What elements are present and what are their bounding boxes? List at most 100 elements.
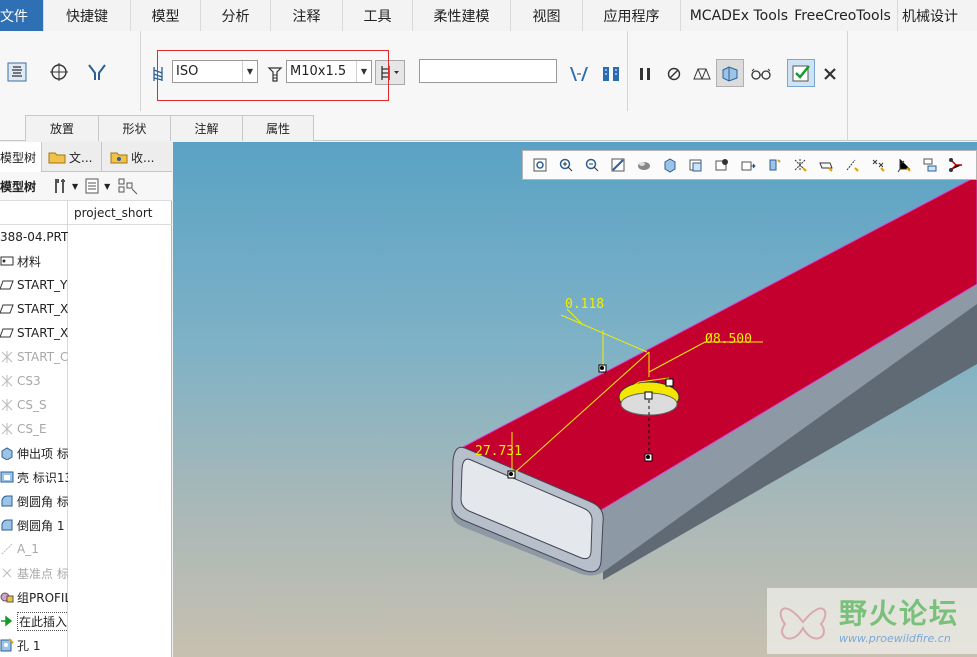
- plane-display-icon[interactable]: [813, 154, 839, 176]
- verify-mode-icon[interactable]: [716, 59, 744, 87]
- csys-display-icon[interactable]: [891, 154, 917, 176]
- menu-model[interactable]: 模型: [131, 0, 201, 31]
- folder-icon: [48, 152, 66, 164]
- tree-item[interactable]: START_X: [0, 297, 68, 321]
- refit-icon[interactable]: [527, 154, 553, 176]
- pause-icon[interactable]: [632, 61, 658, 87]
- tree-item[interactable]: 在此插入: [0, 609, 68, 633]
- display-style-icon[interactable]: [631, 154, 657, 176]
- saved-orientations-icon[interactable]: [657, 154, 683, 176]
- ok-check-icon[interactable]: [787, 59, 815, 87]
- hole-sketch-icon[interactable]: [46, 59, 72, 85]
- flip-depth-icon[interactable]: [566, 61, 592, 87]
- tree-item[interactable]: 伸出项 标: [0, 441, 68, 465]
- menu-tools[interactable]: 工具: [343, 0, 413, 31]
- tree-item[interactable]: 组PROFIL: [0, 585, 68, 609]
- part-model[interactable]: [173, 142, 977, 657]
- creo-window: 文件 快捷键 模型 分析 注释 工具 柔性建模 视图 应用程序 MCADEx T…: [0, 0, 977, 657]
- zoom-in-icon[interactable]: [553, 154, 579, 176]
- tree-item-label: CS3: [17, 374, 41, 388]
- spin-center-icon[interactable]: [917, 154, 943, 176]
- tree-item[interactable]: CS_E: [0, 417, 68, 441]
- repaint-icon[interactable]: [605, 154, 631, 176]
- column-project-short[interactable]: project_short: [74, 206, 153, 220]
- view-manager-icon[interactable]: [683, 154, 709, 176]
- tree-item-label: 基准点 标: [17, 566, 68, 581]
- tree-item[interactable]: 基准点 标: [0, 561, 68, 585]
- annotation-filter-icon[interactable]: [943, 154, 969, 176]
- show-list-icon[interactable]: [84, 177, 100, 195]
- point-display-icon[interactable]: [865, 154, 891, 176]
- settings-filter-icon[interactable]: [118, 177, 138, 195]
- graphics-area[interactable]: 0.118 Ø8.500 27.731 野火论坛 www.proewildfir…: [173, 142, 977, 657]
- datum-axis-icon: [0, 542, 14, 556]
- tree-item[interactable]: A_1: [0, 537, 68, 561]
- model-tree-toolbar: 模型树 ▼ ▼: [0, 172, 172, 201]
- tree-item-label: 壳 标识13: [17, 470, 68, 485]
- chevron-down-icon[interactable]: ▼: [72, 182, 78, 191]
- geometry-preview-icon[interactable]: [689, 61, 715, 87]
- round-icon: [0, 494, 14, 508]
- tree-item-label: CS_S: [17, 398, 47, 412]
- tab-annotation[interactable]: 注解: [170, 115, 243, 141]
- dimension-d2[interactable]: Ø8.500: [705, 332, 752, 347]
- tools-icon[interactable]: [52, 177, 68, 195]
- tab-shape[interactable]: 形状: [98, 115, 171, 141]
- menu-view[interactable]: 视图: [511, 0, 583, 31]
- group-icon: [0, 590, 14, 604]
- tab-folder-browser[interactable]: 文...: [42, 142, 102, 172]
- menu-flexible-modeling[interactable]: 柔性建模: [413, 0, 511, 31]
- menu-freecreotools[interactable]: FreeCreoTools: [788, 0, 898, 31]
- tab-properties[interactable]: 属性: [242, 115, 314, 141]
- menu-file[interactable]: 文件: [0, 0, 44, 31]
- watermark-url: www.proewildfire.cn: [839, 632, 951, 645]
- glasses-icon[interactable]: [748, 61, 774, 87]
- menu-mechanical-design[interactable]: 机械设计: [898, 0, 977, 31]
- tree-item[interactable]: CS_S: [0, 393, 68, 417]
- tree-item[interactable]: CS3: [0, 369, 68, 393]
- coordinate-system-icon: [0, 422, 14, 436]
- insert-here-icon: [0, 614, 14, 628]
- tree-item-label: START_X: [17, 326, 68, 340]
- tree-item[interactable]: 倒圆角 1: [0, 513, 68, 537]
- menu-mcadex-tools[interactable]: MCADEx Tools: [681, 0, 788, 31]
- menu-analysis[interactable]: 分析: [201, 0, 271, 31]
- ribbon: ISO ▼ M10x1.5 ▼ 放置 形状 注解 属性: [0, 31, 977, 141]
- tree-item-label: CS_E: [17, 422, 47, 436]
- perspective-icon[interactable]: [709, 154, 735, 176]
- tree-item[interactable]: 材料: [0, 249, 68, 273]
- chevron-down-icon[interactable]: ▼: [104, 182, 110, 191]
- annotation-display-icon[interactable]: [761, 154, 787, 176]
- datum-plane-icon: [0, 278, 14, 292]
- menu-applications[interactable]: 应用程序: [583, 0, 681, 31]
- axis-display-icon[interactable]: [839, 154, 865, 176]
- menu-bar: 文件 快捷键 模型 分析 注释 工具 柔性建模 视图 应用程序 MCADEx T…: [0, 0, 977, 31]
- countersink-icon[interactable]: [84, 59, 110, 85]
- tab-favorites[interactable]: 收...: [102, 142, 172, 172]
- tree-item[interactable]: 倒圆角 标: [0, 489, 68, 513]
- forum-watermark: 野火论坛 www.proewildfire.cn: [767, 588, 977, 654]
- dimension-d3[interactable]: 27.731: [475, 444, 522, 459]
- zoom-out-icon[interactable]: [579, 154, 605, 176]
- tree-item[interactable]: 壳 标识13: [0, 465, 68, 489]
- tab-folder-browser-label: 文...: [69, 150, 93, 165]
- tree-item[interactable]: 孔 1: [0, 633, 68, 657]
- tab-placement[interactable]: 放置: [25, 115, 99, 141]
- tree-item[interactable]: 388-04.PRT: [0, 225, 68, 249]
- tree-item[interactable]: START_C: [0, 345, 68, 369]
- section-icon[interactable]: [735, 154, 761, 176]
- menu-shortcuts[interactable]: 快捷键: [44, 0, 131, 31]
- tree-item[interactable]: START_X: [0, 321, 68, 345]
- cancel-x-icon[interactable]: [817, 61, 843, 87]
- thread-surface-icon[interactable]: [598, 61, 624, 87]
- hole-icon: [0, 638, 14, 652]
- depth-input[interactable]: [419, 59, 557, 83]
- tree-item[interactable]: START_Y: [0, 273, 68, 297]
- highlight-box: [157, 50, 389, 101]
- standard-hole-icon[interactable]: [4, 59, 30, 85]
- no-preview-icon[interactable]: [661, 61, 687, 87]
- dimension-d1[interactable]: 0.118: [565, 297, 604, 312]
- tab-model-tree[interactable]: 模型树: [0, 142, 42, 172]
- datum-display-icon[interactable]: [787, 154, 813, 176]
- menu-annotate[interactable]: 注释: [271, 0, 343, 31]
